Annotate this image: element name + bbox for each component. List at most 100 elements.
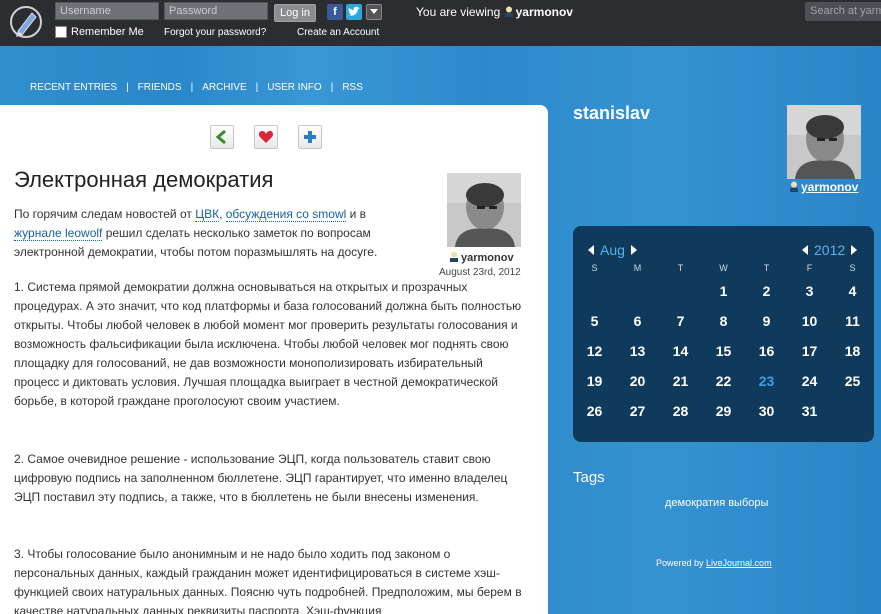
user-icon [450, 251, 458, 262]
calendar-day[interactable]: 17 [788, 343, 831, 359]
calendar-weekday: S [849, 263, 856, 273]
next-year-icon[interactable] [851, 245, 858, 255]
calendar-day[interactable]: 12 [573, 343, 616, 359]
search-input[interactable]: Search at yarmonov [805, 2, 881, 21]
intro-text: По горячим следам новостей от [14, 207, 196, 221]
password-input[interactable]: Password [164, 2, 268, 20]
add-to-memories-button[interactable] [254, 125, 278, 149]
entry-date: August 23rd, 2012 [439, 267, 521, 278]
calendar-day[interactable]: 1 [702, 283, 745, 299]
journal-link[interactable]: журнале leowolf [14, 226, 103, 241]
create-account-link[interactable]: Create an Account [297, 27, 379, 38]
calendar-day[interactable]: 29 [702, 403, 745, 419]
calendar-day[interactable]: 26 [573, 403, 616, 419]
remember-checkbox[interactable] [55, 26, 67, 38]
prev-month-icon[interactable] [588, 245, 594, 255]
calendar: Aug 2012 SMTWTFS 1 2 3 4 5 6 7 8 9 10 11 12 13 14 15 16… [573, 226, 874, 442]
login-button[interactable]: Log in [274, 4, 316, 22]
entry-userpic [447, 173, 521, 247]
calendar-weekday: W [719, 263, 728, 273]
top-bar: Username Password Log in f Remember Me F… [0, 0, 881, 46]
remember-me[interactable]: Remember Me [55, 26, 144, 38]
calendar-day[interactable]: 8 [702, 313, 745, 329]
calendar-month-nav: Aug [588, 242, 637, 258]
sidebar-userpic[interactable] [787, 105, 861, 179]
forgot-password-link[interactable]: Forgot your password? [164, 27, 266, 38]
calendar-day[interactable]: 11 [831, 313, 874, 329]
calendar-day[interactable]: 25 [831, 373, 874, 389]
nav-archive[interactable]: ARCHIVE [202, 82, 246, 93]
calendar-day[interactable]: 3 [788, 283, 831, 299]
remember-label: Remember Me [71, 26, 144, 38]
calendar-weekday: M [633, 263, 642, 273]
calendar-day[interactable]: 13 [616, 343, 659, 359]
tags-list[interactable]: демократия выборы [665, 497, 768, 509]
facebook-icon[interactable]: f [327, 4, 343, 20]
nav-friends[interactable]: FRIENDS [138, 82, 182, 93]
chevron-down-icon[interactable] [366, 4, 382, 20]
add-friend-button[interactable] [298, 125, 322, 149]
entry-paragraph-intro: По горячим следам новостей от ЦВК, обсуж… [14, 205, 414, 262]
calendar-day[interactable]: 27 [616, 403, 659, 419]
calendar-weekday: S [591, 263, 598, 273]
calendar-day[interactable]: 4 [831, 283, 874, 299]
calendar-day[interactable]: 28 [659, 403, 702, 419]
entry-content: Электронная демократия yarmonov August 2… [0, 105, 548, 614]
username-input[interactable]: Username [55, 2, 159, 20]
calendar-day[interactable]: 9 [745, 313, 788, 329]
calendar-day[interactable]: 10 [788, 313, 831, 329]
calendar-day[interactable]: 15 [702, 343, 745, 359]
calendar-day[interactable]: 18 [831, 343, 874, 359]
livejournal-logo-icon[interactable] [8, 4, 44, 40]
discussion-link[interactable]: обсуждения со smowl [225, 207, 347, 222]
calendar-day[interactable]: 5 [573, 313, 616, 329]
entry-username-label: yarmonov [461, 252, 514, 264]
viewing-prefix: You are viewing [416, 5, 501, 19]
calendar-day[interactable]: 30 [745, 403, 788, 419]
journal-nav: RECENT ENTRIES | FRIENDS | ARCHIVE | USE… [30, 82, 363, 93]
nav-separator: | [330, 82, 334, 93]
calendar-day[interactable]: 22 [702, 373, 745, 389]
sidebar-username[interactable]: yarmonov [789, 180, 858, 194]
journal-name: stanislav [573, 103, 651, 123]
calendar-year[interactable]: 2012 [814, 242, 845, 258]
calendar-day[interactable]: 31 [788, 403, 831, 419]
calendar-day[interactable]: 23 [745, 373, 788, 389]
calendar-day[interactable]: 6 [616, 313, 659, 329]
calendar-day[interactable]: 16 [745, 343, 788, 359]
calendar-day[interactable]: 21 [659, 373, 702, 389]
entry-paragraph-3: 3. Чтобы голосование было анонимным и не… [14, 547, 522, 614]
nav-user-info[interactable]: USER INFO [267, 82, 321, 93]
cvk-link[interactable]: ЦВК [195, 207, 220, 222]
nav-separator: | [255, 82, 259, 93]
heart-icon [258, 131, 274, 143]
next-month-icon[interactable] [630, 245, 637, 255]
intro-text: и в [346, 207, 367, 221]
prev-year-icon[interactable] [802, 245, 808, 255]
calendar-day[interactable]: 14 [659, 343, 702, 359]
calendar-day[interactable]: 19 [573, 373, 616, 389]
calendar-month[interactable]: Aug [600, 242, 625, 258]
twitter-icon[interactable] [346, 4, 362, 20]
calendar-day[interactable]: 2 [745, 283, 788, 299]
calendar-day[interactable]: 20 [616, 373, 659, 389]
entry-toolbar [210, 125, 322, 149]
calendar-year-nav: 2012 [802, 242, 858, 258]
user-icon [790, 181, 798, 192]
entry-username[interactable]: yarmonov [449, 251, 514, 264]
calendar-day[interactable]: 7 [659, 313, 702, 329]
user-icon [504, 6, 513, 17]
tags-heading: Tags [573, 469, 605, 486]
viewing-user-link[interactable]: yarmonov [516, 5, 573, 19]
calendar-day[interactable]: 24 [788, 373, 831, 389]
entry-paragraph-2: 2. Самое очевидное решение - использован… [14, 452, 508, 504]
nav-rss[interactable]: RSS [342, 82, 363, 93]
sidebar-username-label: yarmonov [801, 180, 859, 194]
calendar-weekday: T [677, 263, 684, 273]
nav-recent-entries[interactable]: RECENT ENTRIES [30, 82, 117, 93]
entry-title: Электронная демократия [14, 167, 274, 192]
powered-by: Powered by LiveJournal.com [656, 558, 772, 568]
livejournal-link[interactable]: LiveJournal.com [706, 558, 772, 568]
powered-prefix: Powered by [656, 558, 707, 568]
previous-entry-button[interactable] [210, 125, 234, 149]
